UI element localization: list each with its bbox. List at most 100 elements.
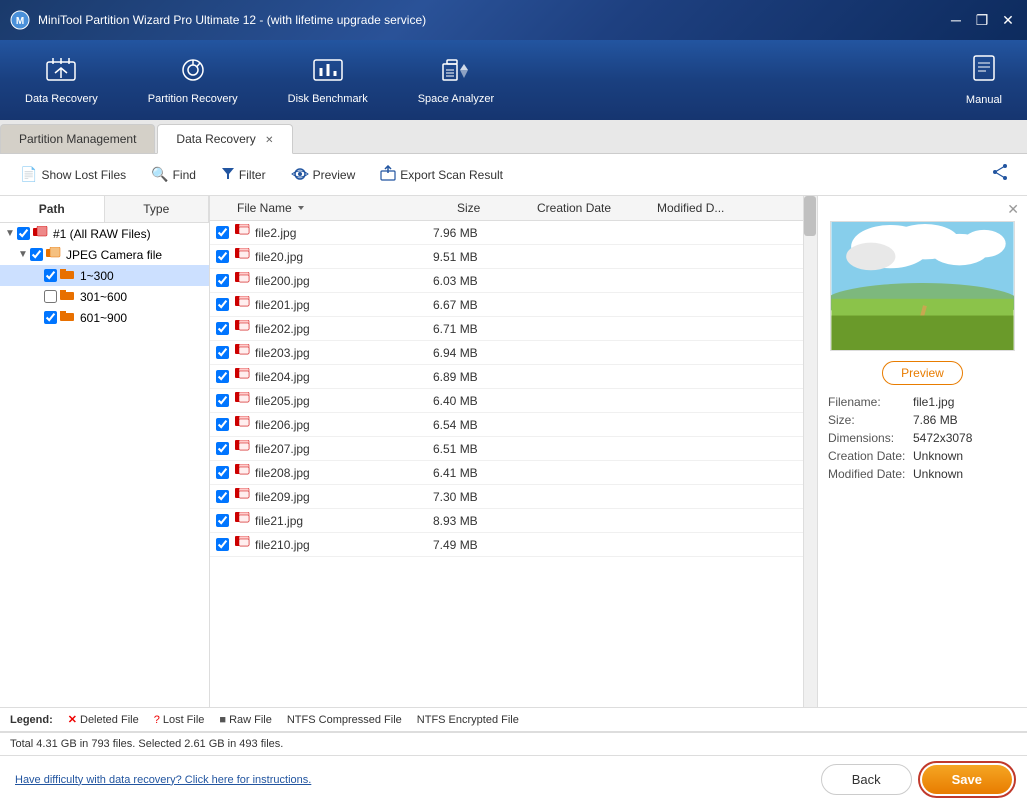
file-size-0: 7.96 MB <box>425 226 505 240</box>
file-checkbox-5[interactable] <box>216 346 229 359</box>
file-checkbox-3[interactable] <box>216 298 229 311</box>
table-row[interactable]: file20.jpg 9.51 MB <box>210 245 803 269</box>
file-icon-3 <box>235 296 251 313</box>
back-button[interactable]: Back <box>821 764 912 795</box>
tree-item-1-300[interactable]: 1~300 <box>0 265 209 286</box>
table-row[interactable]: file204.jpg 6.89 MB <box>210 365 803 389</box>
file-checkbox-7[interactable] <box>216 394 229 407</box>
share-button[interactable] <box>983 159 1017 190</box>
file-size-6: 6.89 MB <box>425 370 505 384</box>
tree-icon-folder-301-600 <box>60 289 76 304</box>
file-size-11: 7.30 MB <box>425 490 505 504</box>
file-checkbox-0[interactable] <box>216 226 229 239</box>
file-checkbox-1[interactable] <box>216 250 229 263</box>
tree-item-301-600[interactable]: 301~600 <box>0 286 209 307</box>
partition-recovery-icon <box>177 56 209 88</box>
preview-button[interactable]: Preview <box>281 163 366 187</box>
tree-item-all-raw[interactable]: ▼ #1 (All RAW Files) <box>0 223 209 244</box>
scrollbar[interactable] <box>803 196 817 707</box>
main-content: Path Type ▼ #1 (All RAW Files) <box>0 196 1027 707</box>
file-checkbox-10[interactable] <box>216 466 229 479</box>
find-button[interactable]: 🔍 Find <box>141 162 206 187</box>
panel-tab-type[interactable]: Type <box>105 196 210 222</box>
table-row[interactable]: file209.jpg 7.30 MB <box>210 485 803 509</box>
tree-checkbox-1-300[interactable] <box>44 269 57 282</box>
table-row[interactable]: file210.jpg 7.49 MB <box>210 533 803 557</box>
file-checkbox-13[interactable] <box>216 538 229 551</box>
file-icon-6 <box>235 368 251 385</box>
tree-icon-jpeg <box>46 247 62 262</box>
filter-button[interactable]: Filter <box>211 162 276 187</box>
close-button[interactable]: ✕ <box>999 11 1017 29</box>
scroll-thumb[interactable] <box>804 196 816 236</box>
tree-icon-folder-601-900 <box>60 310 76 325</box>
toolbar-partition-recovery[interactable]: Partition Recovery <box>133 51 253 110</box>
tree-item-jpeg-camera[interactable]: ▼ JPEG Camera file <box>0 244 209 265</box>
tree-checkbox-601-900[interactable] <box>44 311 57 324</box>
file-checkbox-6[interactable] <box>216 370 229 383</box>
col-header-filename[interactable]: File Name <box>229 201 449 215</box>
toolbar-space-analyzer[interactable]: Space Analyzer <box>403 51 509 110</box>
file-name-13: file210.jpg <box>255 538 425 552</box>
file-checkbox-11[interactable] <box>216 490 229 503</box>
col-header-size[interactable]: Size <box>449 201 529 215</box>
preview-close-button[interactable]: ✕ <box>1007 201 1019 218</box>
file-list-panel: File Name Size Creation Date Modified D.… <box>210 196 803 707</box>
table-row[interactable]: file206.jpg 6.54 MB <box>210 413 803 437</box>
file-icon-13 <box>235 536 251 553</box>
find-icon: 🔍 <box>151 166 168 183</box>
tab-partition-management[interactable]: Partition Management <box>0 124 155 153</box>
file-name-12: file21.jpg <box>255 514 425 528</box>
file-table-header: File Name Size Creation Date Modified D.… <box>210 196 803 221</box>
status-text: Total 4.31 GB in 793 files. Selected 2.6… <box>10 738 283 750</box>
tab-data-recovery[interactable]: Data Recovery ✕ <box>157 124 292 154</box>
col-header-creation[interactable]: Creation Date <box>529 201 649 215</box>
help-link[interactable]: Have difficulty with data recovery? Clic… <box>15 774 311 786</box>
legend-deleted: ✕ Deleted File <box>68 713 139 726</box>
space-analyzer-icon <box>440 56 472 88</box>
table-row[interactable]: file200.jpg 6.03 MB <box>210 269 803 293</box>
tree-checkbox-jpeg[interactable] <box>30 248 43 261</box>
file-checkbox-2[interactable] <box>216 274 229 287</box>
table-row[interactable]: file201.jpg 6.67 MB <box>210 293 803 317</box>
legend-ntfs-compressed: NTFS Compressed File <box>287 714 402 726</box>
file-name-10: file208.jpg <box>255 466 425 480</box>
file-checkbox-8[interactable] <box>216 418 229 431</box>
table-row[interactable]: file208.jpg 6.41 MB <box>210 461 803 485</box>
file-size-13: 7.49 MB <box>425 538 505 552</box>
tab-bar: Partition Management Data Recovery ✕ <box>0 120 1027 154</box>
tree-item-601-900[interactable]: 601~900 <box>0 307 209 328</box>
file-icon-7 <box>235 392 251 409</box>
file-checkbox-4[interactable] <box>216 322 229 335</box>
preview-size-row: Size: 7.86 MB <box>828 413 1017 427</box>
restore-button[interactable]: ❐ <box>973 11 991 29</box>
tree-checkbox-301-600[interactable] <box>44 290 57 303</box>
action-bar: 📄 Show Lost Files 🔍 Find Filter Preview <box>0 154 1027 196</box>
table-row[interactable]: file207.jpg 6.51 MB <box>210 437 803 461</box>
table-row[interactable]: file203.jpg 6.94 MB <box>210 341 803 365</box>
window-controls: ─ ❐ ✕ <box>947 11 1017 29</box>
toolbar-disk-benchmark[interactable]: Disk Benchmark <box>273 51 383 110</box>
file-checkbox-12[interactable] <box>216 514 229 527</box>
table-row[interactable]: file2.jpg 7.96 MB <box>210 221 803 245</box>
file-size-5: 6.94 MB <box>425 346 505 360</box>
minimize-button[interactable]: ─ <box>947 11 965 29</box>
preview-full-button[interactable]: Preview <box>882 361 963 385</box>
table-row[interactable]: file21.jpg 8.93 MB <box>210 509 803 533</box>
file-list-body: file2.jpg 7.96 MB file20.jpg 9.51 MB <box>210 221 803 707</box>
file-name-9: file207.jpg <box>255 442 425 456</box>
table-row[interactable]: file202.jpg 6.71 MB <box>210 317 803 341</box>
toolbar-manual[interactable]: Manual <box>951 49 1017 111</box>
show-lost-files-button[interactable]: 📄 Show Lost Files <box>10 162 136 187</box>
table-row[interactable]: file205.jpg 6.40 MB <box>210 389 803 413</box>
file-size-8: 6.54 MB <box>425 418 505 432</box>
col-header-modified[interactable]: Modified D... <box>649 201 749 215</box>
file-checkbox-9[interactable] <box>216 442 229 455</box>
save-button[interactable]: Save <box>922 765 1012 794</box>
toolbar-data-recovery[interactable]: Data Recovery <box>10 51 113 110</box>
status-bar: Total 4.31 GB in 793 files. Selected 2.6… <box>0 732 1027 755</box>
tree-checkbox-all-raw[interactable] <box>17 227 30 240</box>
panel-tab-path[interactable]: Path <box>0 196 105 222</box>
tab-close-icon[interactable]: ✕ <box>265 135 273 146</box>
export-scan-result-button[interactable]: Export Scan Result <box>370 161 513 188</box>
